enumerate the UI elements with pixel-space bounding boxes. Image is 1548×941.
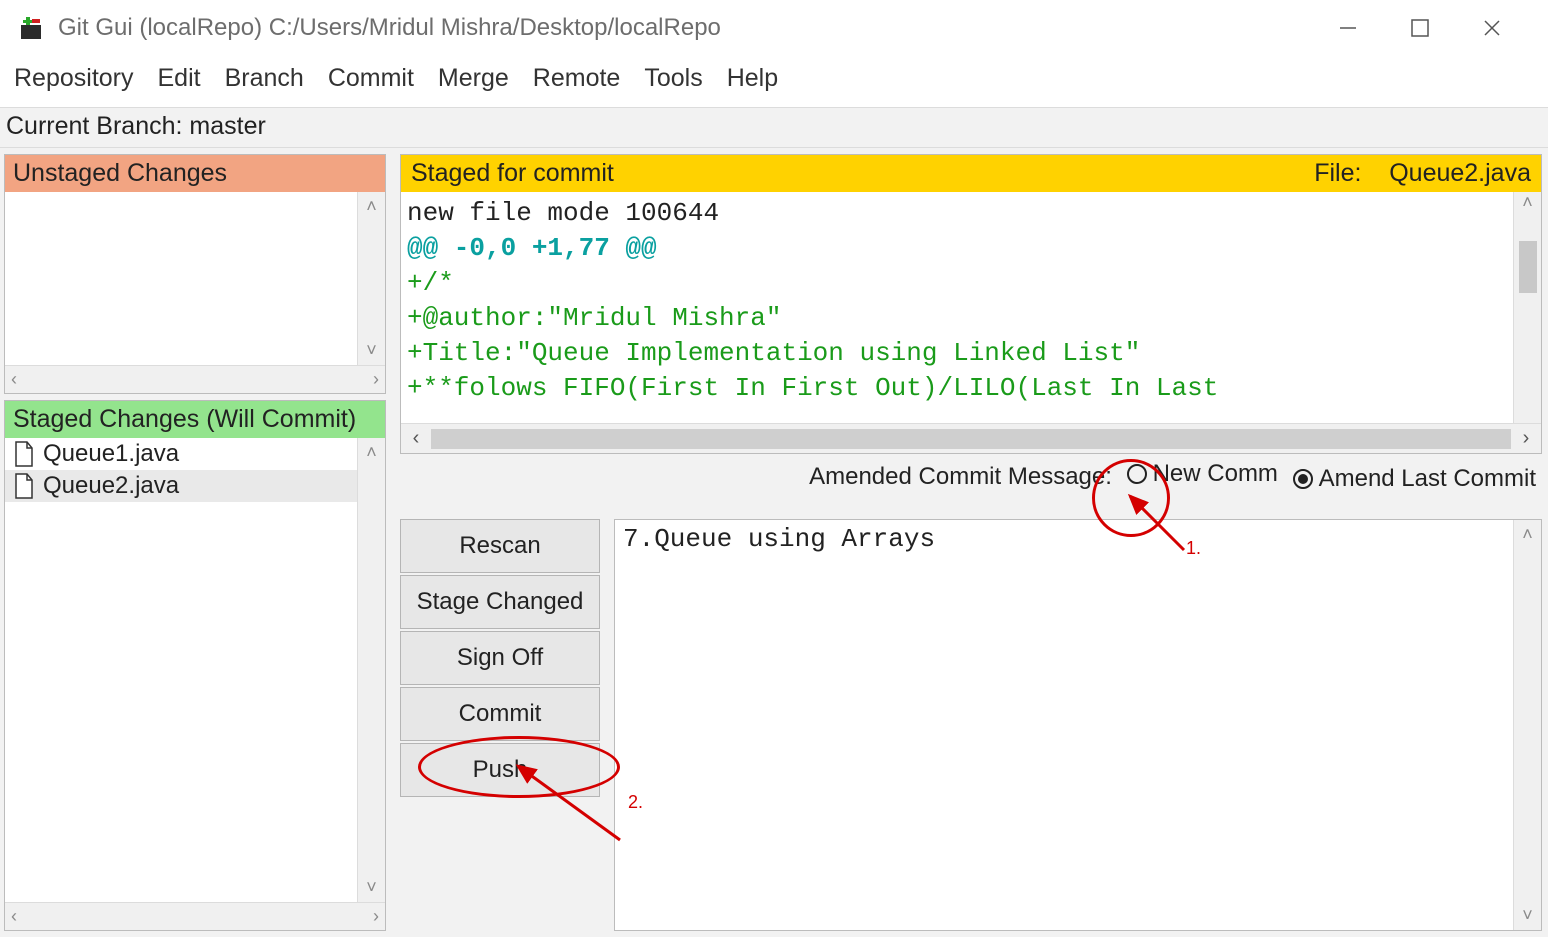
git-gui-icon [18, 15, 44, 41]
menu-remote[interactable]: Remote [533, 64, 621, 93]
diff-line-hunk: @@ -0,0 +1,77 @@ [407, 233, 657, 263]
scroll-left-icon[interactable]: ‹ [11, 906, 17, 927]
scroll-thumb[interactable] [1519, 241, 1537, 293]
menu-edit[interactable]: Edit [158, 64, 201, 93]
scroll-left-icon[interactable]: ‹ [401, 427, 431, 450]
staged-file-row[interactable]: Queue1.java [5, 438, 357, 470]
diff-hscrollbar[interactable]: ‹ › [401, 423, 1541, 453]
file-icon [13, 473, 35, 499]
staged-file-name: Queue2.java [43, 472, 179, 500]
scroll-right-icon[interactable]: › [1511, 427, 1541, 450]
scroll-right-icon[interactable]: › [373, 369, 379, 390]
diff-line-add: +Title:"Queue Implementation using Linke… [407, 338, 1140, 368]
unstaged-scrollbar[interactable]: ˄ ˅ [357, 192, 385, 365]
close-button[interactable] [1482, 18, 1502, 38]
scroll-down-icon[interactable]: ˅ [1522, 905, 1533, 926]
scroll-down-icon[interactable]: ˅ [366, 877, 377, 898]
staged-file-row[interactable]: Queue2.java [5, 470, 357, 502]
radio-new-commit-label: New Comm [1153, 460, 1278, 488]
menubar: Repository Edit Branch Commit Merge Remo… [0, 56, 1548, 108]
current-branch-label: Current Branch: master [0, 108, 1548, 148]
menu-repository[interactable]: Repository [14, 64, 134, 93]
staged-hscrollbar[interactable]: ‹ › [5, 902, 385, 930]
diff-text[interactable]: new file mode 100644 @@ -0,0 +1,77 @@ +/… [401, 192, 1513, 423]
scroll-up-icon[interactable]: ˄ [366, 442, 377, 463]
minimize-button[interactable] [1338, 18, 1358, 38]
diff-line-add: +/* [407, 268, 454, 298]
commit-options: Amended Commit Message: New Comm Amend L… [809, 454, 1542, 499]
stage-changed-button[interactable]: Stage Changed [400, 575, 600, 629]
menu-branch[interactable]: Branch [225, 64, 304, 93]
push-button[interactable]: Push [400, 743, 600, 797]
diff-line-add: +@author:"Mridul Mishra" [407, 303, 781, 333]
radio-icon [1293, 469, 1313, 489]
unstaged-changes-panel: Unstaged Changes ˄ ˅ ‹ › [4, 154, 386, 394]
diff-header-title: Staged for commit [411, 159, 614, 188]
file-icon [13, 441, 35, 467]
radio-icon [1127, 464, 1147, 484]
radio-new-commit[interactable]: New Comm [1127, 460, 1278, 488]
diff-vscrollbar[interactable]: ˄ [1513, 192, 1541, 423]
radio-amend-label: Amend Last Commit [1319, 465, 1536, 493]
maximize-button[interactable] [1410, 18, 1430, 38]
titlebar: Git Gui (localRepo) C:/Users/Mridul Mish… [0, 0, 1548, 56]
diff-line: new file mode 100644 [407, 198, 719, 228]
radio-amend-last-commit[interactable]: Amend Last Commit [1293, 465, 1536, 493]
rescan-button[interactable]: Rescan [400, 519, 600, 573]
scroll-down-icon[interactable]: ˅ [366, 340, 377, 361]
staged-file-list[interactable]: Queue1.java Queue2.java [5, 438, 357, 902]
unstaged-changes-header: Unstaged Changes [5, 155, 385, 192]
menu-commit[interactable]: Commit [328, 64, 414, 93]
commit-button[interactable]: Commit [400, 687, 600, 741]
menu-help[interactable]: Help [727, 64, 778, 93]
window-title: Git Gui (localRepo) C:/Users/Mridul Mish… [58, 14, 721, 42]
staged-changes-panel: Staged Changes (Will Commit) Queue1.java [4, 400, 386, 931]
menu-tools[interactable]: Tools [644, 64, 702, 93]
commit-options-label: Amended Commit Message: [809, 463, 1112, 490]
scroll-up-icon[interactable]: ˄ [366, 196, 377, 217]
scroll-up-icon[interactable]: ˄ [1522, 524, 1533, 545]
staged-changes-header: Staged Changes (Will Commit) [5, 401, 385, 438]
menu-merge[interactable]: Merge [438, 64, 509, 93]
scroll-right-icon[interactable]: › [373, 906, 379, 927]
diff-panel: Staged for commit File: Queue2.java new … [400, 154, 1542, 454]
commit-message-input[interactable] [615, 520, 1513, 930]
diff-file-name: Queue2.java [1389, 159, 1531, 187]
scroll-up-icon[interactable]: ˄ [1522, 192, 1533, 213]
unstaged-hscrollbar[interactable]: ‹ › [5, 365, 385, 393]
sign-off-button[interactable]: Sign Off [400, 631, 600, 685]
staged-file-name: Queue1.java [43, 440, 179, 468]
diff-file-label: File: [1314, 159, 1361, 187]
unstaged-file-list[interactable] [5, 192, 357, 365]
action-buttons: Rescan Stage Changed Sign Off Commit Pus… [400, 519, 600, 931]
diff-line-add: +**folows FIFO(First In First Out)/LILO(… [407, 373, 1218, 403]
scroll-left-icon[interactable]: ‹ [11, 369, 17, 390]
staged-scrollbar[interactable]: ˄ ˅ [357, 438, 385, 902]
commit-msg-scrollbar[interactable]: ˄ ˅ [1513, 520, 1541, 930]
scroll-track[interactable] [431, 429, 1511, 449]
